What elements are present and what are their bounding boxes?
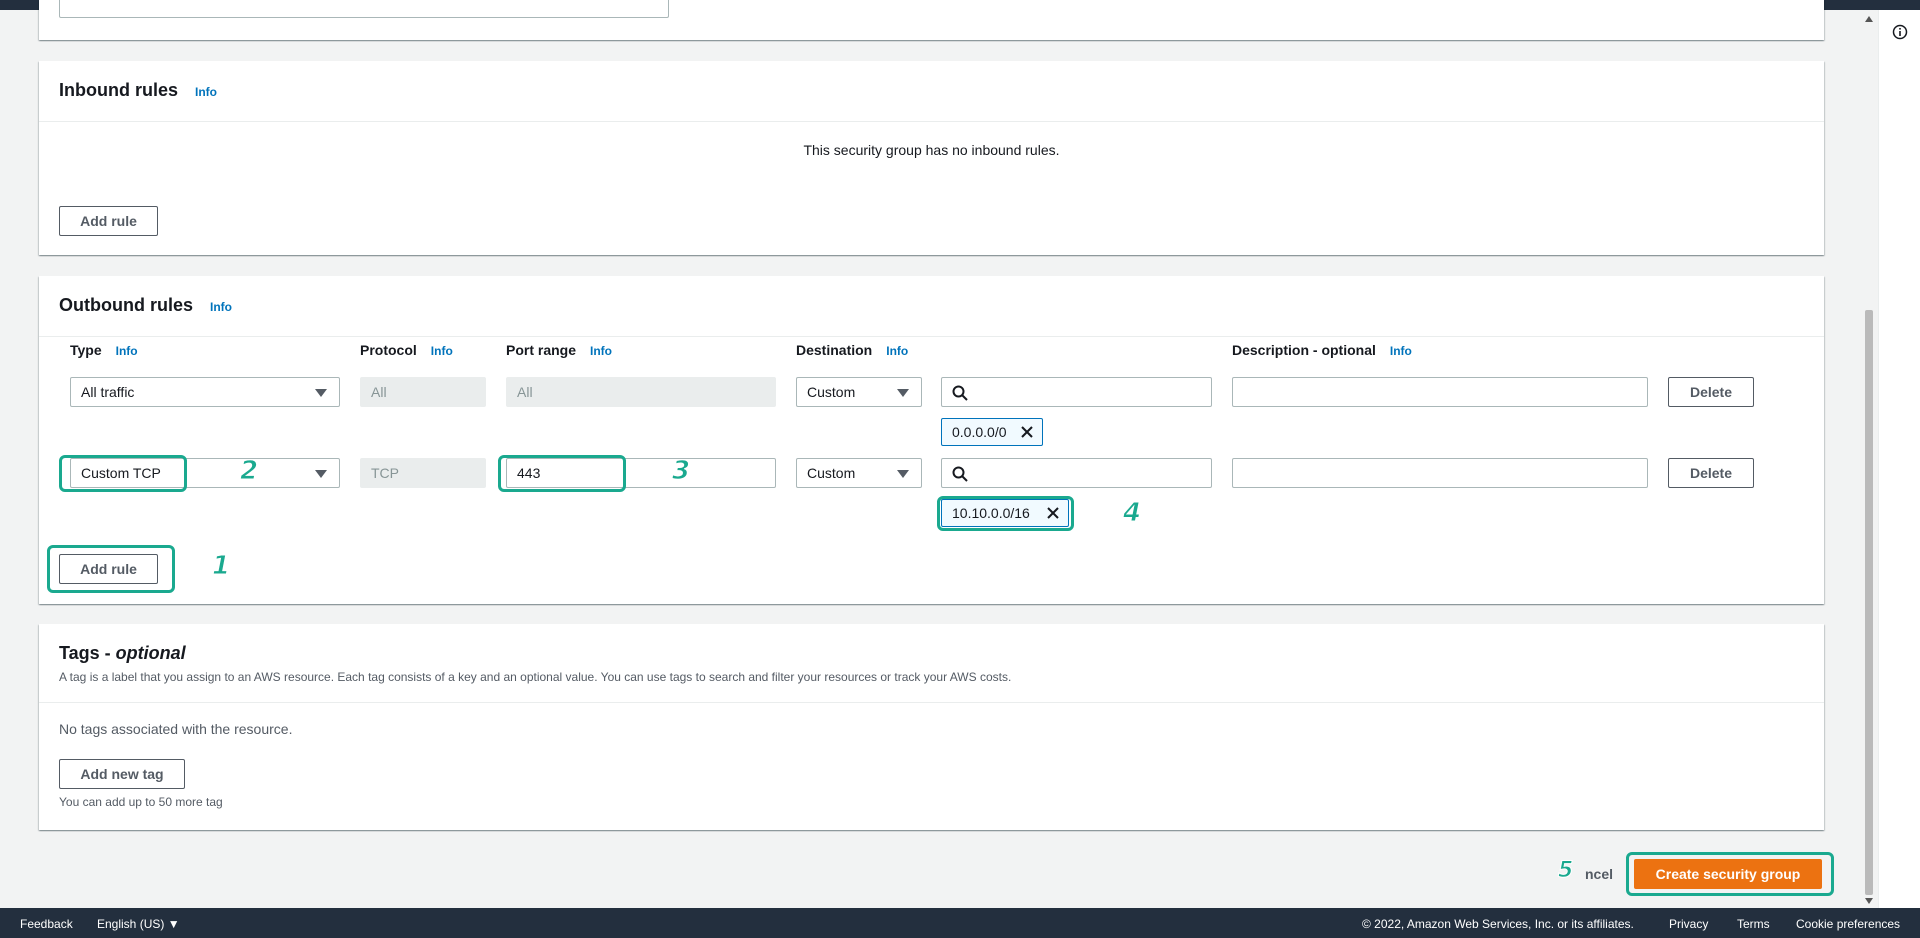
row2-token-label: 10.10.0.0/16 [952,505,1030,521]
row1-type-select[interactable]: All traffic [70,377,340,407]
row2-cidr-search-input[interactable] [941,458,1212,488]
column-destination-label: Destination [796,342,873,358]
column-type-label: Type [70,342,102,358]
inbound-rules-panel: Inbound rules Info This security group h… [39,61,1824,255]
row2-port-range-input[interactable]: 443 [506,458,776,488]
outbound-rules-panel: Outbound rules Info [39,276,1824,604]
outbound-rules-header: Outbound rules Info [39,276,1824,337]
description-info-link[interactable]: Info [1390,344,1412,358]
inbound-rules-header: Inbound rules Info [39,61,1824,122]
cancel-button[interactable]: ncel [1585,866,1613,882]
type-info-link[interactable]: Info [116,344,138,358]
close-icon[interactable] [1020,425,1034,439]
column-header-type: Type Info [70,342,138,358]
tags-limit-note: You can add up to 50 more tag [59,795,223,809]
row1-token-label: 0.0.0.0/0 [952,424,1007,440]
scroll-up-icon[interactable] [1865,16,1873,22]
column-port-range-label: Port range [506,342,577,358]
scrollbar-thumb[interactable] [1865,310,1873,895]
chevron-down-icon [897,470,909,478]
row2-destination-select[interactable]: Custom [796,458,922,488]
scroll-down-icon[interactable] [1865,898,1873,904]
callout-number-5: 5 [1557,858,1574,884]
search-icon [952,466,968,482]
tags-description: A tag is a label that you assign to an A… [59,670,1012,684]
column-header-protocol: Protocol Info [360,342,453,358]
row2-cidr-token: 10.10.0.0/16 [941,499,1069,527]
outbound-add-rule-button[interactable]: Add rule [59,554,158,584]
close-icon[interactable] [1046,506,1060,520]
feedback-link[interactable]: Feedback [20,917,73,931]
row1-delete-button[interactable]: Delete [1668,377,1754,407]
outbound-rules-title: Outbound rules [59,295,193,315]
language-selector[interactable]: English (US) ▼ [97,917,180,931]
row2-protocol-field: TCP [360,458,486,488]
row2-type-select[interactable]: Custom TCP [70,458,340,488]
inbound-rules-info-link[interactable]: Info [195,85,217,99]
console-footer: Feedback English (US) ▼ © 2022, Amazon W… [0,908,1920,938]
row2-type-value: Custom TCP [81,465,161,481]
tags-header: Tags - optional [39,624,1824,703]
inbound-empty-message: This security group has no inbound rules… [803,142,1060,158]
column-protocol-label: Protocol [360,342,417,358]
basic-details-panel [39,0,1824,40]
search-icon [952,385,968,401]
row1-description-input[interactable] [1232,377,1648,407]
column-header-destination: Destination Info [796,342,908,358]
chevron-down-icon [315,470,327,478]
copyright-text: © 2022, Amazon Web Services, Inc. or its… [1362,917,1634,931]
row2-description-input[interactable] [1232,458,1648,488]
callout-number-1: 1 [211,551,231,582]
row1-cidr-token: 0.0.0.0/0 [941,418,1043,446]
protocol-info-link[interactable]: Info [431,344,453,358]
row1-destination-value: Custom [807,384,856,400]
row1-protocol-field: All [360,377,486,407]
add-new-tag-button[interactable]: Add new tag [59,759,185,789]
row1-port-range-field: All [506,377,776,407]
privacy-link[interactable]: Privacy [1669,917,1708,931]
vpc-select-field[interactable] [59,0,669,18]
tags-title-optional: optional [115,643,186,663]
callout-number-2: 2 [239,456,259,487]
tags-panel: Tags - optional A tag is a label that yo… [39,624,1824,830]
row1-cidr-search-input[interactable] [941,377,1212,407]
row1-destination-select[interactable]: Custom [796,377,922,407]
outbound-rules-info-link[interactable]: Info [210,300,232,314]
chevron-down-icon [897,389,909,397]
tags-title: Tags - [59,643,116,663]
column-header-port-range: Port range Info [506,342,612,358]
row2-delete-button[interactable]: Delete [1668,458,1754,488]
cookie-preferences-link[interactable]: Cookie preferences [1796,917,1900,931]
column-description-label: Description - optional [1232,342,1376,358]
port-range-info-link[interactable]: Info [590,344,612,358]
tags-empty-message: No tags associated with the resource. [59,721,293,737]
inbound-rules-title: Inbound rules [59,80,178,100]
chevron-down-icon [315,389,327,397]
create-security-group-button[interactable]: Create security group [1634,859,1822,889]
help-side-rail [1878,10,1920,908]
column-header-description: Description - optional Info [1232,342,1412,358]
callout-number-3: 3 [671,456,691,487]
terms-link[interactable]: Terms [1737,917,1770,931]
inbound-add-rule-button[interactable]: Add rule [59,206,158,236]
callout-number-4: 4 [1122,498,1142,529]
row1-type-value: All traffic [81,384,135,400]
page-scrollbar[interactable] [1863,10,1875,908]
row2-destination-value: Custom [807,465,856,481]
destination-info-link[interactable]: Info [886,344,908,358]
info-circle-icon[interactable] [1892,24,1908,40]
